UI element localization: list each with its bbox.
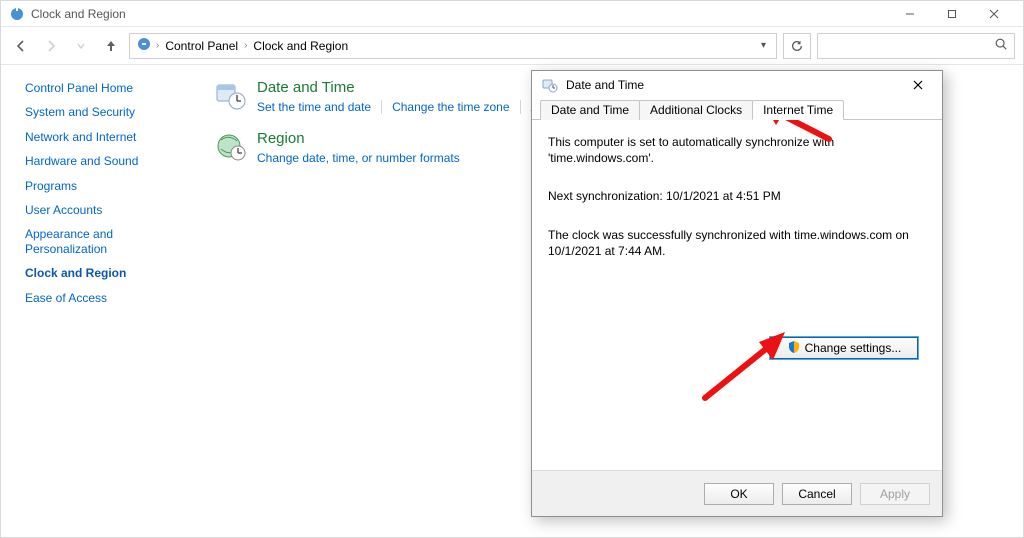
ok-button[interactable]: OK: [704, 483, 774, 505]
sidebar: Control Panel Home System and Security N…: [1, 65, 197, 537]
last-sync-text: The clock was successfully synchronized …: [548, 227, 926, 259]
change-settings-label: Change settings...: [805, 341, 902, 355]
dialog-title: Date and Time: [566, 78, 644, 92]
breadcrumb-item-0[interactable]: Control Panel: [163, 39, 240, 53]
dialog-close-button[interactable]: [900, 72, 936, 98]
change-settings-button[interactable]: Change settings...: [770, 337, 918, 359]
tab-date-time[interactable]: Date and Time: [540, 100, 640, 120]
window-title: Clock and Region: [31, 7, 126, 21]
search-input[interactable]: [824, 38, 994, 54]
link-change-formats[interactable]: Change date, time, or number formats: [257, 151, 470, 165]
breadcrumb-item-1[interactable]: Clock and Region: [251, 39, 350, 53]
tab-additional-clocks[interactable]: Additional Clocks: [639, 100, 753, 120]
address-bar[interactable]: › Control Panel › Clock and Region ▾: [129, 33, 777, 59]
search-box[interactable]: [817, 33, 1015, 59]
dialog-footer: OK Cancel Apply: [532, 470, 942, 516]
breadcrumb-sep-icon: ›: [154, 40, 161, 51]
group-region-links: Change date, time, or number formats: [257, 151, 470, 165]
cancel-button[interactable]: Cancel: [782, 483, 852, 505]
address-bar-row: › Control Panel › Clock and Region ▾: [1, 27, 1023, 65]
recent-dropdown-button[interactable]: [69, 34, 93, 58]
link-change-time-zone[interactable]: Change the time zone: [392, 100, 520, 114]
sidebar-item-ease-of-access[interactable]: Ease of Access: [25, 291, 183, 305]
back-button[interactable]: [9, 34, 33, 58]
sidebar-item-control-panel-home[interactable]: Control Panel Home: [25, 81, 183, 95]
breadcrumb-sep-icon: ›: [242, 40, 249, 51]
next-sync-text: Next synchronization: 10/1/2021 at 4:51 …: [548, 188, 926, 204]
uac-shield-icon: [787, 340, 801, 357]
date-time-icon: [215, 79, 247, 111]
apply-button[interactable]: Apply: [860, 483, 930, 505]
address-history-chevron-icon[interactable]: ▾: [757, 40, 770, 51]
region-icon: [215, 130, 247, 162]
window-controls: [889, 1, 1015, 27]
date-time-dialog: Date and Time Date and Time Additional C…: [531, 70, 943, 517]
up-button[interactable]: [99, 34, 123, 58]
search-icon: [994, 37, 1008, 54]
forward-button[interactable]: [39, 34, 63, 58]
sidebar-item-hardware-sound[interactable]: Hardware and Sound: [25, 154, 183, 168]
minimize-button[interactable]: [889, 1, 931, 27]
breadcrumb-root-icon: [136, 36, 152, 55]
refresh-button[interactable]: [783, 33, 811, 59]
dialog-tabs: Date and Time Additional Clocks Internet…: [532, 99, 942, 120]
sidebar-item-clock-region[interactable]: Clock and Region: [25, 266, 183, 280]
sidebar-item-user-accounts[interactable]: User Accounts: [25, 203, 183, 217]
tab-internet-time[interactable]: Internet Time: [752, 100, 844, 120]
dialog-body: This computer is set to automatically sy…: [532, 120, 942, 470]
dialog-title-icon: [542, 77, 558, 93]
sidebar-item-appearance-personalization[interactable]: Appearance and Personalization: [25, 227, 183, 256]
window-titlebar: Clock and Region: [1, 1, 1023, 27]
sidebar-item-system-security[interactable]: System and Security: [25, 105, 183, 119]
sidebar-item-programs[interactable]: Programs: [25, 179, 183, 193]
link-set-time-date[interactable]: Set the time and date: [257, 100, 382, 114]
close-button[interactable]: [973, 1, 1015, 27]
maximize-button[interactable]: [931, 1, 973, 27]
dialog-titlebar[interactable]: Date and Time: [532, 71, 942, 99]
control-panel-icon: [9, 6, 25, 22]
sidebar-item-network-internet[interactable]: Network and Internet: [25, 130, 183, 144]
group-region-heading[interactable]: Region: [257, 130, 470, 147]
sync-status-text: This computer is set to automatically sy…: [548, 134, 926, 166]
